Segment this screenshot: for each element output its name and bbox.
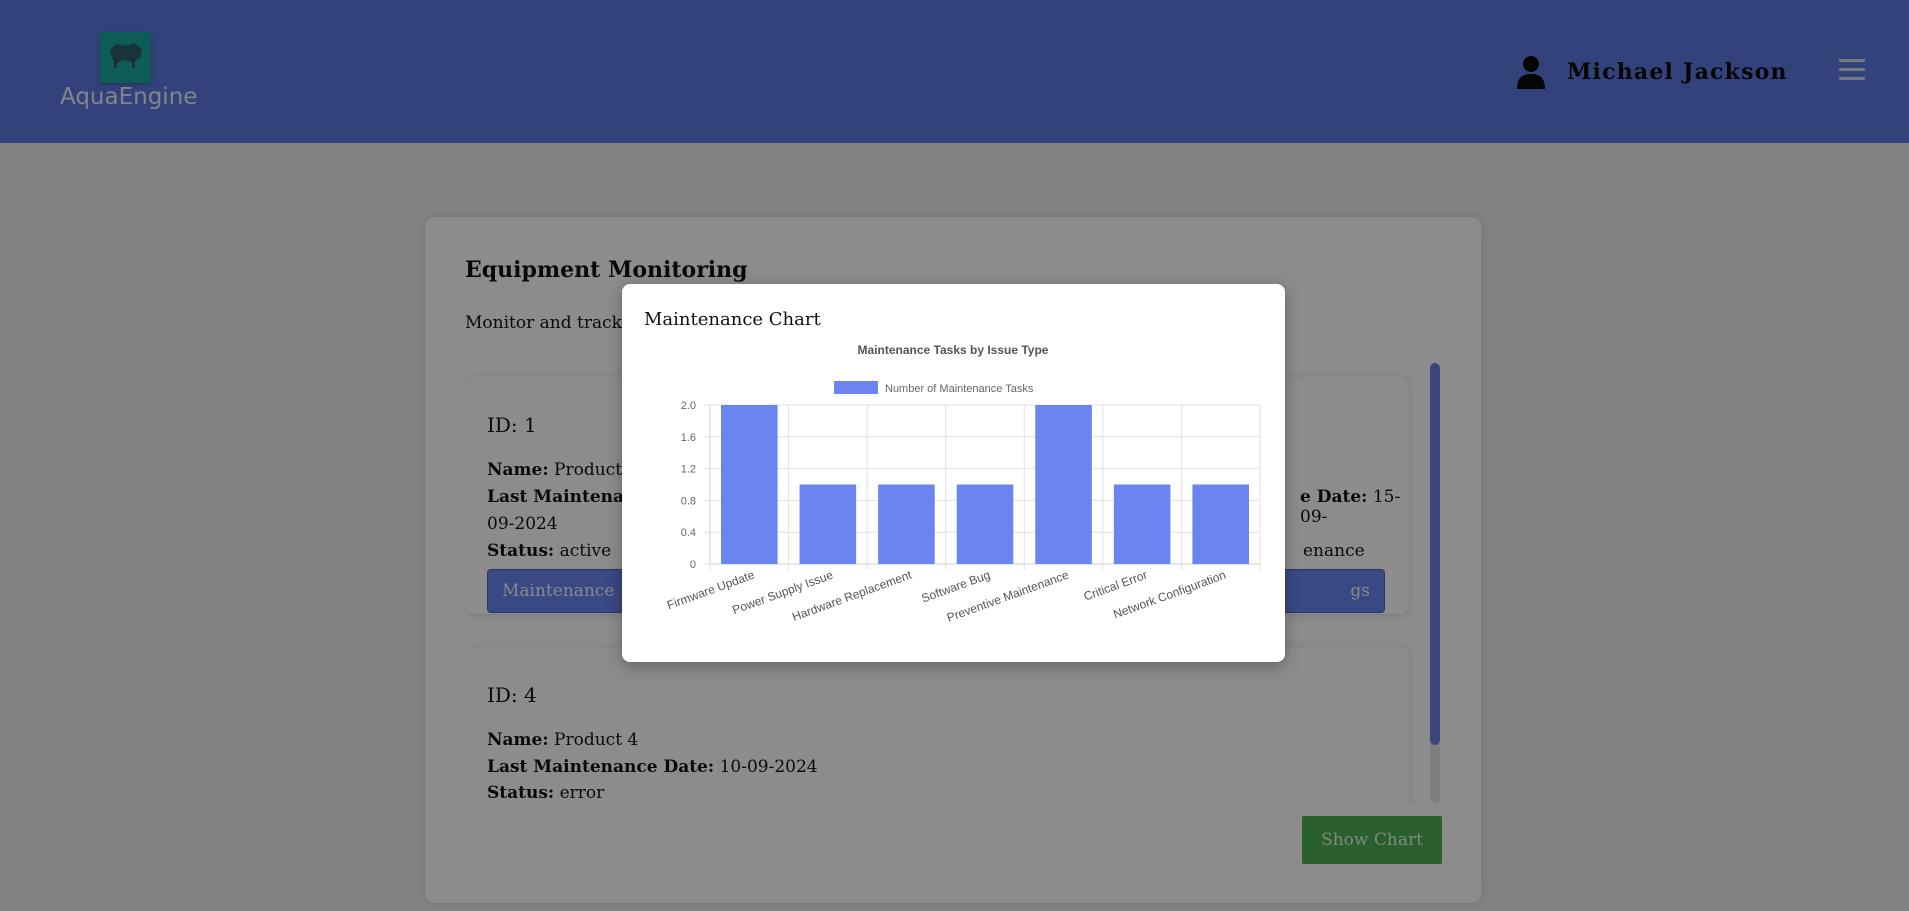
y-tick-label: 0 — [690, 559, 696, 571]
chart-bar — [1035, 405, 1092, 564]
y-tick-label: 2.0 — [681, 400, 696, 412]
chart-bar — [1192, 484, 1249, 564]
legend-label: Number of Maintenance Tasks — [885, 383, 1034, 395]
chart-bar — [956, 484, 1014, 564]
chart-bar — [799, 484, 857, 564]
y-tick-label: 1.2 — [681, 464, 696, 476]
maintenance-chart-modal: Maintenance Chart Maintenance Tasks by I… — [622, 284, 1285, 662]
legend-swatch — [834, 381, 878, 394]
chart-bar — [878, 484, 935, 564]
chart-bar — [1113, 484, 1171, 564]
chart-title: Maintenance Tasks by Issue Type — [858, 343, 1049, 357]
y-tick-label: 0.8 — [681, 495, 696, 507]
y-tick-label: 0.4 — [681, 527, 696, 539]
maintenance-bar-chart: Maintenance Tasks by Issue Type Number of… — [665, 343, 1261, 625]
chart-bar — [721, 405, 778, 564]
y-tick-label: 1.6 — [681, 432, 696, 444]
